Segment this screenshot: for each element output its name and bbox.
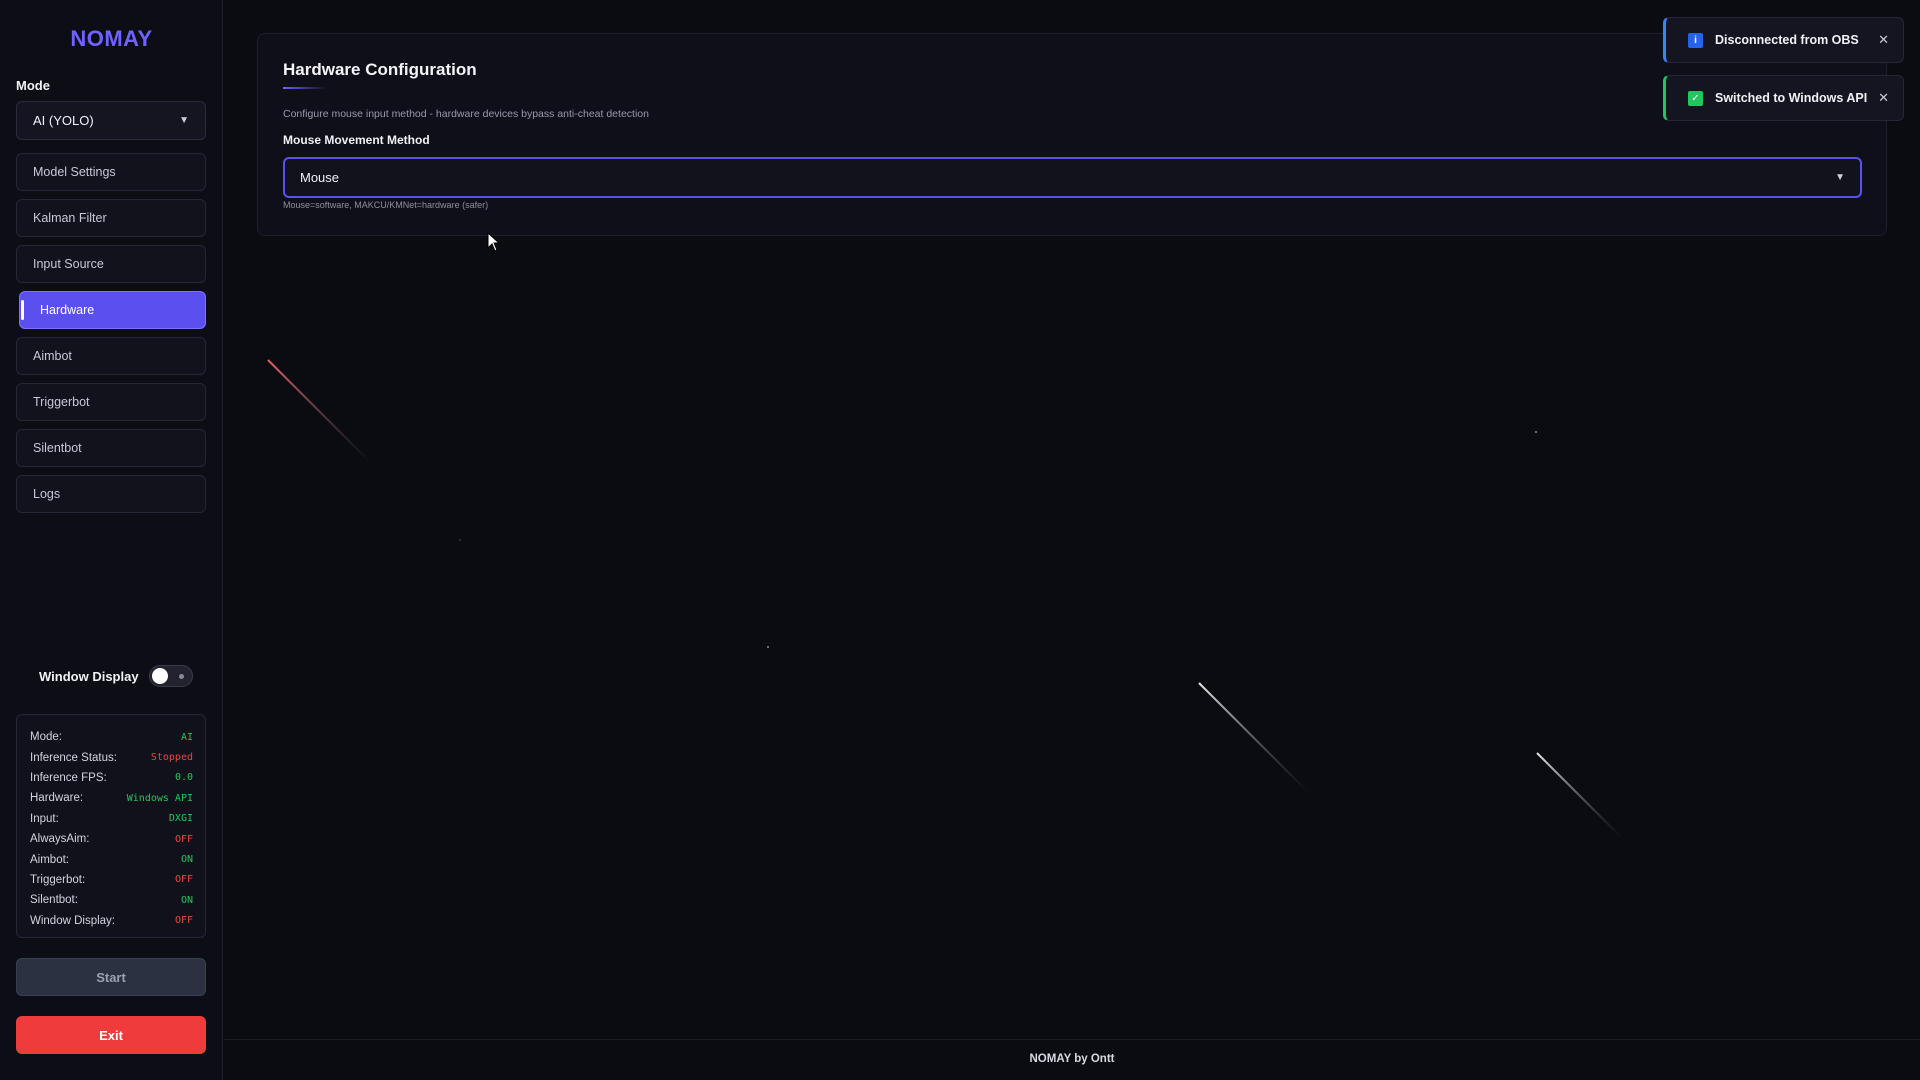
status-row: Silentbot: ON (30, 890, 193, 910)
status-value: 0.0 (174, 772, 193, 784)
app-logo: NOMAY (70, 26, 153, 51)
status-key: Mode: (30, 731, 62, 744)
status-value: DXGI (168, 813, 193, 825)
close-icon[interactable]: ✕ (1878, 32, 1889, 48)
sidebar-item-label: Logs (33, 487, 61, 501)
status-row: AlwaysAim: OFF (30, 829, 193, 849)
start-button[interactable]: Start (16, 958, 206, 996)
title-underline (283, 87, 327, 89)
sidebar-nav: Model Settings Kalman Filter Input Sourc… (16, 153, 206, 521)
exit-button[interactable]: Exit (16, 1016, 206, 1054)
sidebar: NOMAY Mode AI (YOLO) ▼ Model Settings Ka… (0, 0, 223, 1080)
sidebar-item-label: Model Settings (33, 165, 116, 179)
sidebar-item-logs[interactable]: Logs (16, 475, 206, 513)
status-value: Windows API (126, 792, 193, 804)
info-icon: i (1688, 32, 1703, 48)
sidebar-item-triggerbot[interactable]: Triggerbot (16, 383, 206, 421)
window-display-row: Window Display (39, 665, 193, 687)
sidebar-item-label: Input Source (33, 257, 104, 271)
chevron-down-icon: ▼ (179, 115, 189, 126)
sidebar-item-label: Hardware (40, 303, 95, 317)
toast-text: Switched to Windows API (1715, 91, 1868, 105)
mode-select-value: AI (YOLO) (33, 113, 94, 128)
sidebar-item-label: Aimbot (33, 349, 72, 363)
status-row: Input: DXGI (30, 809, 193, 829)
toggle-off-indicator (178, 674, 184, 679)
status-value: Stopped (150, 752, 193, 764)
sidebar-item-label: Kalman Filter (33, 211, 107, 225)
status-row: Aimbot: ON (30, 849, 193, 869)
mode-label: Mode (16, 78, 50, 93)
status-value: AI (180, 731, 193, 743)
toast-switched-windows-api: ✓ Switched to Windows API ✕ (1663, 75, 1904, 121)
footer-divider (224, 1039, 1920, 1040)
status-key: Hardware: (30, 792, 84, 805)
sidebar-item-input-source[interactable]: Input Source (16, 245, 206, 283)
footer: NOMAY by Ontt (1029, 1053, 1115, 1065)
sidebar-item-model-settings[interactable]: Model Settings (16, 153, 206, 191)
toast-disconnected-obs: i Disconnected from OBS ✕ (1663, 17, 1904, 63)
check-icon: ✓ (1688, 90, 1703, 106)
status-key: Input: (30, 812, 59, 825)
sidebar-item-kalman-filter[interactable]: Kalman Filter (16, 199, 206, 237)
window-display-label: Window Display (39, 668, 139, 684)
status-value: ON (180, 894, 193, 906)
status-key: Aimbot: (30, 853, 69, 866)
close-icon[interactable]: ✕ (1878, 90, 1889, 106)
status-value: ON (180, 854, 193, 866)
status-key: Inference FPS: (30, 771, 107, 784)
status-row: Mode: AI (30, 727, 193, 747)
sidebar-item-label: Triggerbot (33, 395, 90, 409)
status-key: Window Display: (30, 914, 115, 927)
status-row: Hardware: Windows API (30, 788, 193, 808)
chevron-down-icon: ▼ (1835, 172, 1845, 183)
status-key: AlwaysAim: (30, 833, 90, 846)
toast-text: Disconnected from OBS (1715, 33, 1859, 47)
status-key: Silentbot: (30, 894, 78, 907)
mode-select[interactable]: AI (YOLO) ▼ (16, 101, 206, 140)
window-display-toggle[interactable] (148, 665, 193, 687)
mouse-method-select[interactable]: Mouse ▼ (283, 157, 1862, 198)
card-description: Configure mouse input method - hardware … (283, 108, 649, 120)
mouse-method-hint: Mouse=software, MAKCU/KMNet=hardware (sa… (283, 200, 489, 210)
status-row: Triggerbot: OFF (30, 870, 193, 890)
status-key: Triggerbot: (30, 873, 86, 886)
status-key: Inference Status: (30, 751, 117, 764)
sidebar-item-label: Silentbot (33, 441, 82, 455)
sidebar-item-silentbot[interactable]: Silentbot (16, 429, 206, 467)
page-title: Hardware Configuration (283, 60, 477, 79)
mouse-method-value: Mouse (300, 170, 340, 185)
mouse-cursor-icon (487, 232, 501, 252)
hardware-config-card: Hardware Configuration Configure mouse i… (257, 33, 1887, 236)
sidebar-item-aimbot[interactable]: Aimbot (16, 337, 206, 375)
status-row: Inference Status: Stopped (30, 747, 193, 767)
status-row: Window Display: OFF (30, 911, 193, 931)
sidebar-item-hardware[interactable]: Hardware (19, 291, 206, 329)
status-value: OFF (174, 833, 193, 845)
toggle-knob (151, 668, 168, 684)
status-value: OFF (174, 915, 193, 927)
status-panel: Mode: AI Inference Status: Stopped Infer… (16, 714, 206, 938)
status-row: Inference FPS: 0.0 (30, 768, 193, 788)
mouse-method-label: Mouse Movement Method (283, 133, 430, 147)
status-value: OFF (174, 874, 193, 886)
